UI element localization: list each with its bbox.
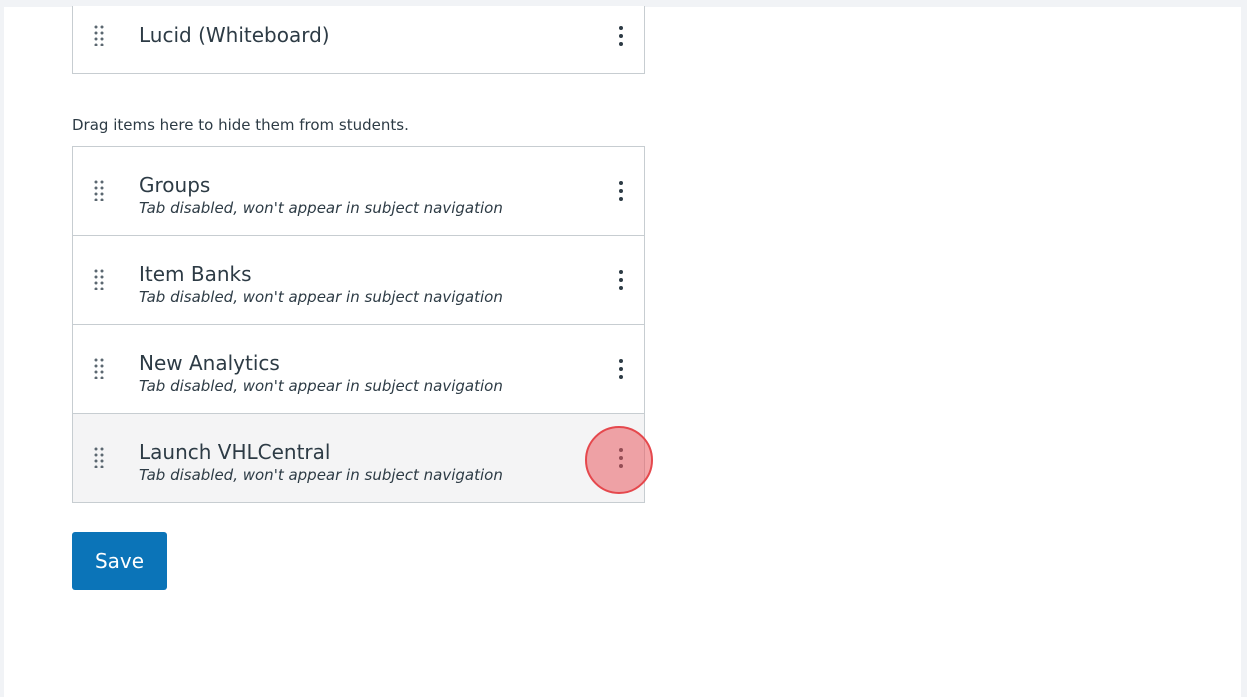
more-options-icon — [619, 181, 623, 201]
navigation-settings-panel: Lucid (Whiteboard) Drag items here to hi… — [4, 6, 1241, 697]
drag-handle-icon[interactable] — [93, 268, 105, 290]
more-options-icon — [619, 26, 623, 46]
drag-handle-icon[interactable] — [93, 179, 105, 201]
more-options-icon — [619, 359, 623, 379]
enabled-nav-list: Lucid (Whiteboard) — [72, 6, 645, 74]
more-options-button[interactable] — [613, 356, 629, 382]
more-options-button[interactable] — [613, 23, 629, 49]
nav-item-new-analytics[interactable]: New Analytics Tab disabled, won't appear… — [73, 325, 644, 414]
save-button[interactable]: Save — [72, 532, 167, 590]
drag-handle-icon[interactable] — [93, 24, 105, 46]
nav-item-status: Tab disabled, won't appear in subject na… — [139, 466, 503, 484]
nav-item-item-banks[interactable]: Item Banks Tab disabled, won't appear in… — [73, 236, 644, 325]
nav-item-title: Lucid (Whiteboard) — [139, 23, 330, 47]
nav-item-title: Groups — [139, 173, 211, 197]
drag-handle-icon[interactable] — [93, 446, 105, 468]
more-options-button[interactable] — [613, 445, 629, 471]
more-options-button[interactable] — [613, 178, 629, 204]
drag-handle-icon[interactable] — [93, 357, 105, 379]
more-options-icon — [619, 448, 623, 468]
hidden-items-hint: Drag items here to hide them from studen… — [72, 116, 409, 134]
nav-item-status: Tab disabled, won't appear in subject na… — [139, 377, 503, 395]
nav-item-lucid-whiteboard[interactable]: Lucid (Whiteboard) — [73, 6, 644, 73]
more-options-button[interactable] — [613, 267, 629, 293]
nav-item-title: Launch VHLCentral — [139, 440, 331, 464]
disabled-nav-list: Groups Tab disabled, won't appear in sub… — [72, 146, 645, 503]
more-options-icon — [619, 270, 623, 290]
nav-item-title: Item Banks — [139, 262, 252, 286]
nav-item-status: Tab disabled, won't appear in subject na… — [139, 199, 503, 217]
nav-item-launch-vhlcentral[interactable]: Launch VHLCentral Tab disabled, won't ap… — [73, 414, 644, 502]
nav-item-status: Tab disabled, won't appear in subject na… — [139, 288, 503, 306]
nav-item-title: New Analytics — [139, 351, 280, 375]
nav-item-groups[interactable]: Groups Tab disabled, won't appear in sub… — [73, 147, 644, 236]
